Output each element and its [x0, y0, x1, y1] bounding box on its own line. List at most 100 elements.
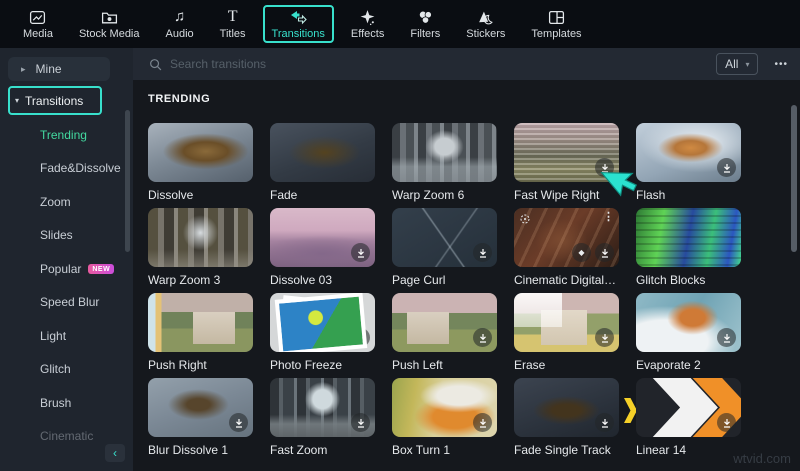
filters-icon — [417, 8, 434, 26]
transition-card-glitch-blocks[interactable]: Glitch Blocks — [636, 208, 741, 287]
transition-card-box-turn-1[interactable]: Box Turn 1 — [392, 378, 497, 457]
download-icon[interactable] — [351, 243, 370, 262]
category-list: Trending Fade&Dissolve Zoom Slides Popul… — [0, 118, 133, 453]
transition-preview[interactable] — [270, 293, 375, 352]
transition-preview[interactable] — [636, 293, 741, 352]
download-icon[interactable] — [595, 413, 614, 432]
transition-card-erase[interactable]: Erase — [514, 293, 619, 372]
effects-icon — [359, 8, 376, 26]
caret-down-icon[interactable]: ▾ — [15, 96, 19, 105]
download-icon[interactable] — [229, 413, 248, 432]
transition-preview[interactable] — [392, 208, 497, 267]
transition-name: Linear 14 — [636, 443, 687, 457]
transition-card-dissolve-03[interactable]: Dissolve 03 — [270, 208, 375, 287]
transition-preview[interactable] — [636, 123, 741, 182]
download-icon[interactable] — [473, 413, 492, 432]
transition-preview[interactable]: ⋮ ◆ — [514, 208, 619, 267]
sidebar-item-speed-blur[interactable]: Speed Blur — [0, 286, 133, 320]
download-icon[interactable] — [473, 328, 492, 347]
sidebar-item-fade-dissolve[interactable]: Fade&Dissolve — [0, 152, 133, 186]
download-icon[interactable] — [595, 158, 614, 177]
transition-card-dissolve[interactable]: Dissolve — [148, 123, 253, 202]
transition-card-linear-14[interactable]: Linear 14 — [624, 378, 741, 457]
download-icon[interactable] — [717, 413, 736, 432]
content-scrollbar[interactable] — [791, 105, 797, 252]
sidebar-item-brush[interactable]: Brush — [0, 386, 133, 420]
transition-preview[interactable] — [514, 378, 619, 437]
transition-name: Box Turn 1 — [392, 443, 451, 457]
search-input[interactable] — [170, 57, 709, 71]
transition-preview[interactable] — [148, 208, 253, 267]
transition-card-fade[interactable]: Fade — [270, 123, 375, 202]
transition-preview[interactable] — [636, 208, 741, 267]
download-icon[interactable] — [595, 328, 614, 347]
download-icon[interactable] — [595, 243, 614, 262]
tab-stock-media[interactable]: Stock Media — [70, 5, 149, 43]
transition-card-push-right[interactable]: Push Right — [148, 293, 253, 372]
chevron-down-icon: ▾ — [745, 59, 750, 69]
transition-card-photo-freeze[interactable]: Photo Freeze — [270, 293, 375, 372]
focus-icon — [519, 213, 531, 225]
transition-card-warp-zoom-3[interactable]: Warp Zoom 3 — [148, 208, 253, 287]
kebab-menu-icon[interactable]: ⋮ — [603, 210, 614, 223]
transition-preview[interactable] — [392, 123, 497, 182]
transition-name: Push Right — [148, 358, 207, 372]
sidebar-item-trending[interactable]: Trending — [0, 118, 133, 152]
transition-name: Dissolve — [148, 188, 194, 202]
transition-card-fast-wipe-right[interactable]: Fast Wipe Right — [514, 123, 619, 202]
download-icon[interactable] — [717, 158, 736, 177]
sidebar-scrollbar[interactable] — [125, 110, 130, 252]
tab-media[interactable]: Media — [14, 5, 62, 43]
tab-stickers[interactable]: Stickers — [457, 5, 514, 43]
more-options-icon[interactable]: ••• — [774, 59, 788, 70]
transition-name: Blur Dissolve 1 — [148, 443, 229, 457]
sidebar-item-popular[interactable]: Popular NEW — [0, 252, 133, 286]
transition-name: Fade Single Track — [514, 443, 611, 457]
transition-card-fast-zoom[interactable]: Fast Zoom — [270, 378, 375, 457]
tab-transitions[interactable]: Transitions — [262, 5, 334, 43]
transition-card-push-left[interactable]: Push Left — [392, 293, 497, 372]
sidebar-item-light[interactable]: Light — [0, 319, 133, 353]
transition-card-blur-dissolve-1[interactable]: Blur Dissolve 1 — [148, 378, 253, 457]
download-icon[interactable] — [717, 328, 736, 347]
download-icon[interactable] — [351, 328, 370, 347]
tab-filters[interactable]: Filters — [401, 5, 449, 43]
audio-icon: ♫ — [173, 8, 186, 25]
sidebar-item-slides[interactable]: Slides — [0, 219, 133, 253]
transition-card-warp-zoom-6[interactable]: Warp Zoom 6 — [392, 123, 497, 202]
transition-preview[interactable] — [148, 123, 253, 182]
expand-arrow-icon[interactable]: ▸ — [21, 64, 26, 75]
download-icon[interactable] — [351, 413, 370, 432]
transition-name: Fade — [270, 188, 298, 202]
transition-name: Flash — [636, 188, 666, 202]
collapse-sidebar-button[interactable]: ‹ — [105, 444, 125, 462]
transition-preview[interactable] — [148, 293, 253, 352]
transition-preview[interactable] — [392, 293, 497, 352]
transition-preview[interactable] — [270, 208, 375, 267]
tab-titles[interactable]: T Titles — [211, 5, 255, 43]
transition-card-flash[interactable]: Flash — [636, 123, 741, 202]
transition-preview[interactable] — [514, 293, 619, 352]
sidebar-item-transitions[interactable]: ▾ Transitions — [8, 86, 102, 115]
sidebar-item-mine[interactable]: ▸ Mine — [8, 57, 110, 81]
tab-audio[interactable]: ♫ Audio — [157, 5, 203, 43]
transition-preview[interactable] — [148, 378, 253, 437]
tab-label: Filters — [410, 28, 441, 40]
transition-card-evaporate-2[interactable]: Evaporate 2 — [636, 293, 741, 372]
transition-card-fade-single-track[interactable]: Fade Single Track — [514, 378, 619, 457]
transition-name: Dissolve 03 — [270, 273, 333, 287]
download-icon[interactable] — [473, 243, 492, 262]
transition-preview[interactable] — [636, 378, 741, 437]
sidebar-item-glitch[interactable]: Glitch — [0, 353, 133, 387]
transition-card-cinematic-digital-slideshow[interactable]: ⋮ ◆ Cinematic Digital Slid... — [514, 208, 619, 287]
new-badge: NEW — [88, 263, 115, 274]
transition-preview[interactable] — [270, 123, 375, 182]
tab-effects[interactable]: Effects — [342, 5, 393, 43]
filter-all-dropdown[interactable]: All ▾ — [716, 53, 759, 75]
transition-card-page-curl[interactable]: Page Curl — [392, 208, 497, 287]
transition-preview[interactable] — [392, 378, 497, 437]
transition-preview[interactable] — [270, 378, 375, 437]
sidebar-item-zoom[interactable]: Zoom — [0, 185, 133, 219]
transition-preview[interactable] — [514, 123, 619, 182]
tab-templates[interactable]: Templates — [522, 5, 590, 43]
